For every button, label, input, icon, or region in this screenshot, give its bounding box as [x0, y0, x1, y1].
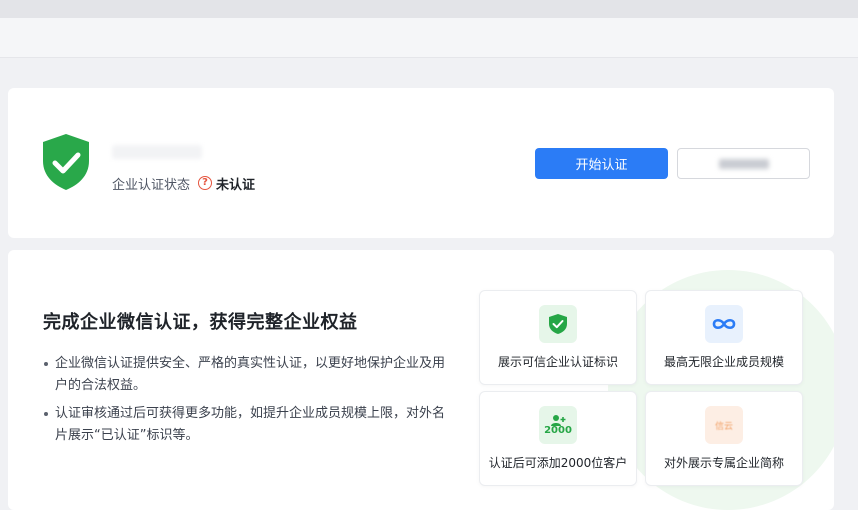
benefits-list: 企业微信认证提供安全、严格的真实性认证，以更好地保护企业及用户的合法权益。 认证…: [43, 353, 448, 453]
question-icon[interactable]: ?: [198, 176, 213, 190]
status-label: 企业认证状态: [112, 177, 191, 193]
feature-label: 认证后可添加2000位客户: [488, 456, 628, 470]
secondary-button-label-redacted: [718, 158, 769, 169]
verification-status-card: 企业认证状态 ? 未认证 开始认证: [8, 88, 834, 238]
company-stamp-text: 信云: [714, 421, 733, 432]
shield-check-icon: [43, 134, 89, 190]
verified-shield-icon: [539, 305, 577, 343]
feature-2000-customers: 2000 认证后可添加2000位客户: [479, 391, 637, 486]
feature-trusted-badge: 展示可信企业认证标识: [479, 290, 637, 385]
verification-benefits-card: 完成企业微信认证，获得完整企业权益 企业微信认证提供安全、严格的真实性认证，以更…: [8, 250, 834, 510]
feature-label: 对外展示专属企业简称: [663, 456, 784, 470]
feature-label: 展示可信企业认证标识: [497, 355, 618, 369]
list-item: 企业微信认证提供安全、严格的真实性认证，以更好地保护企业及用户的合法权益。: [43, 353, 448, 397]
feature-label: 最高无限企业成员规模: [663, 355, 784, 369]
secondary-button[interactable]: [677, 148, 810, 179]
feature-unlimited-members: 最高无限企业成员规模: [645, 290, 803, 385]
customer-count-badge: 2000: [544, 425, 572, 436]
status-row: 企业认证状态 ? 未认证: [112, 174, 256, 193]
sub-header: [0, 18, 858, 58]
company-name-icon: 信云: [705, 406, 743, 444]
list-item: 认证审核通过后可获得更多功能，如提升企业成员规模上限，对外名片展示“已认证”标识…: [43, 403, 448, 447]
infinity-icon: [705, 305, 743, 343]
status-value: 未认证: [216, 177, 256, 193]
start-verification-button[interactable]: 开始认证: [535, 148, 668, 179]
feature-company-short-name: 信云 对外展示专属企业简称: [645, 391, 803, 486]
benefits-title: 完成企业微信认证，获得完整企业权益: [43, 312, 358, 333]
company-name-redacted: [112, 145, 202, 159]
customer-2000-icon: 2000: [539, 406, 577, 444]
top-bar: [0, 0, 858, 18]
